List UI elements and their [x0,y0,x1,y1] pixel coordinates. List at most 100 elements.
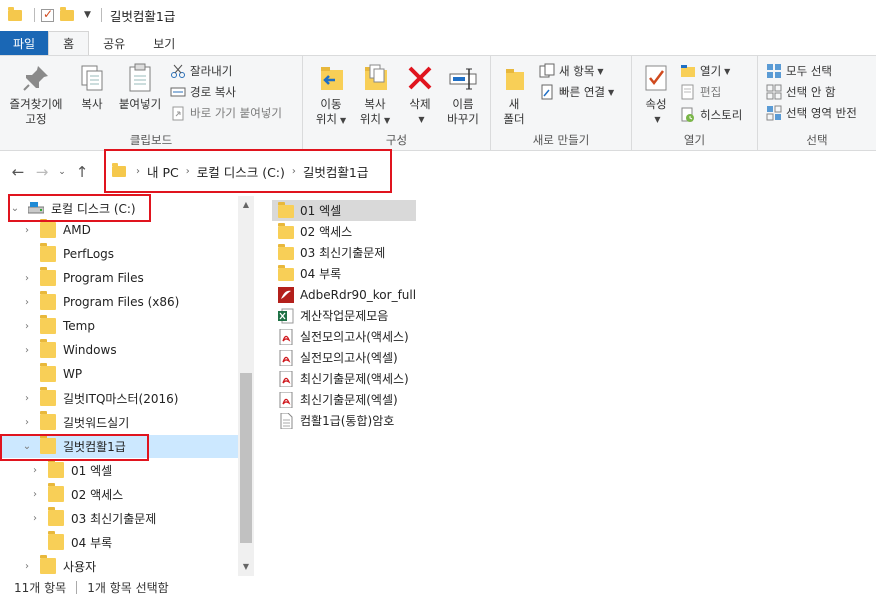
open-button[interactable]: 열기 ▼ [680,62,730,80]
copy-path-button[interactable]: 경로 복사 [170,83,236,101]
select-none-button[interactable]: 선택 안 함 [766,83,836,101]
tab-view[interactable]: 보기 [139,31,189,55]
tree-item[interactable]: PerfLogs [20,243,114,265]
copy-button[interactable]: 복사 [74,62,110,112]
chevron-right-icon[interactable]: › [28,489,42,500]
tree-item-label: 01 엑셀 [71,463,113,478]
paste-button[interactable]: 붙여넣기 [114,62,166,112]
chevron-right-icon[interactable]: › [20,561,34,572]
select-group-label: 선택 [806,133,828,147]
tree-item[interactable]: › Temp [20,315,95,337]
chevron-right-icon[interactable]: › [292,166,296,177]
chevron-right-icon[interactable]: › [28,465,42,476]
list-item[interactable]: 최신기출문제(엑셀) [272,389,398,410]
tree-item[interactable]: WP [20,363,82,385]
folder-icon [48,531,64,550]
tree-item[interactable]: › 길벗워드실기 [20,411,129,433]
breadcrumb-my-pc[interactable]: 내 PC [147,162,179,181]
status-bar: 11개 항목 1개 항목 선택함 [0,576,876,599]
divider [34,8,35,22]
select-none-label: 선택 안 함 [786,85,836,99]
copy-to-button[interactable]: 복사 위치 ▼ [355,62,395,128]
tree-item[interactable]: › 사용자 [20,555,96,576]
scrollbar-thumb[interactable] [240,373,252,543]
chevron-right-icon[interactable]: › [28,513,42,524]
chevron-right-icon[interactable]: › [20,393,34,404]
tree-item[interactable]: › 02 액세스 [28,483,123,505]
breadcrumb-current-folder[interactable]: 길벗컴활1급 [303,162,368,181]
tab-file[interactable]: 파일 [0,31,49,55]
tree-item[interactable]: › Program Files (x86) [20,291,179,313]
invert-selection-icon [766,105,782,121]
chevron-right-icon[interactable]: › [20,321,34,332]
list-item[interactable]: 04 부록 [272,263,341,284]
tree-item[interactable]: › Program Files [20,267,144,289]
invert-selection-label: 선택 영역 반전 [786,106,857,120]
forward-arrow-icon[interactable]: → [30,160,54,184]
tree-item[interactable]: › 길벗ITQ마스터(2016) [20,387,178,409]
file-name: 실전모의고사(엑셀) [300,351,398,365]
list-item[interactable]: 최신기출문제(액세스) [272,368,409,389]
invert-selection-button[interactable]: 선택 영역 반전 [766,104,857,122]
paste-label: 붙여넣기 [118,97,162,111]
back-arrow-icon[interactable]: ← [6,160,30,184]
history-button[interactable]: 히스토리 [680,106,742,124]
folder-icon [278,202,294,218]
chevron-right-icon[interactable]: › [20,417,34,428]
select-all-button[interactable]: 모두 선택 [766,62,832,80]
scroll-down-arrow-icon[interactable]: ▼ [238,560,254,574]
new-folder-button[interactable]: 새 폴더 [499,62,529,127]
recent-locations-chevron-icon[interactable]: ⌄ [54,160,70,184]
tree-item[interactable]: 04 부록 [28,531,112,553]
chevron-down-icon: ▼ [418,115,425,124]
list-item[interactable]: 02 액세스 [272,221,352,242]
tree-item[interactable]: › AMD [20,219,91,241]
pdf-icon [278,328,294,345]
properties-check-icon[interactable] [41,7,54,22]
chevron-right-icon[interactable]: › [20,345,34,356]
chevron-right-icon[interactable]: › [20,225,34,236]
chevron-right-icon[interactable]: › [20,273,34,284]
chevron-right-icon[interactable]: › [136,166,140,177]
rename-button[interactable]: 이름 바꾸기 [441,62,485,127]
chevron-right-icon[interactable]: › [20,297,34,308]
folder-icon [40,387,56,406]
new-folder-icon[interactable] [60,6,74,21]
scroll-up-arrow-icon[interactable]: ▲ [238,198,254,212]
pin-to-quick-access-button[interactable]: 즐겨찾기에 고정 [6,62,66,127]
properties-button[interactable]: 속성 ▼ [638,62,674,127]
address-bar[interactable]: › 내 PC › 로컬 디스크 (C:) › 길벗컴활1급 [104,149,392,193]
paste-shortcut-button[interactable]: 바로 가기 붙여넣기 [170,104,282,122]
tree-item[interactable]: › 01 엑셀 [28,459,112,481]
list-item[interactable]: 03 최신기출문제 [272,242,385,263]
list-item[interactable]: 01 엑셀 [272,200,416,221]
chevron-down-icon: ▼ [654,115,661,124]
up-arrow-icon[interactable]: ↑ [70,160,94,184]
list-item[interactable]: AdbeRdr90_kor_full [272,284,416,305]
breadcrumb-local-disk[interactable]: 로컬 디스크 (C:) [197,162,285,181]
list-item[interactable]: 실전모의고사(엑셀) [272,347,398,368]
list-item[interactable]: 실전모의고사(액세스) [272,326,409,347]
tab-share[interactable]: 공유 [89,31,139,55]
chevron-down-icon[interactable]: ▼ [84,10,91,20]
tab-home[interactable]: 홈 [48,31,90,55]
tree-item-label: 길벗워드실기 [63,415,130,430]
new-group: 새 폴더 새 항목 ▼ 빠른 연결 ▼ 새로 만들기 [491,56,632,151]
file-name: 최신기출문제(액세스) [300,372,409,386]
move-to-label-text: 위치 [315,112,337,126]
new-item-button[interactable]: 새 항목 ▼ [539,62,604,80]
chevron-right-icon[interactable]: › [186,166,190,177]
tree-item[interactable]: › Windows [20,339,117,361]
edit-button[interactable]: 편집 [680,83,721,101]
pdf-icon [278,349,294,366]
tree-item-label: 사용자 [63,559,97,574]
edit-label: 편집 [700,85,722,99]
list-item[interactable]: 컴활1급(통합)암호 [272,410,394,431]
cut-button[interactable]: 잘라내기 [170,62,232,80]
move-to-button[interactable]: 이동 위치 ▼ [311,62,351,128]
tree-item[interactable]: › 03 최신기출문제 [28,507,156,529]
tree-scrollbar[interactable]: ▲ ▼ [238,196,254,576]
easy-access-button[interactable]: 빠른 연결 ▼ [539,83,614,101]
delete-button[interactable]: 삭제 ▼ [403,62,437,127]
list-item[interactable]: 계산작업문제모음 [272,305,388,326]
